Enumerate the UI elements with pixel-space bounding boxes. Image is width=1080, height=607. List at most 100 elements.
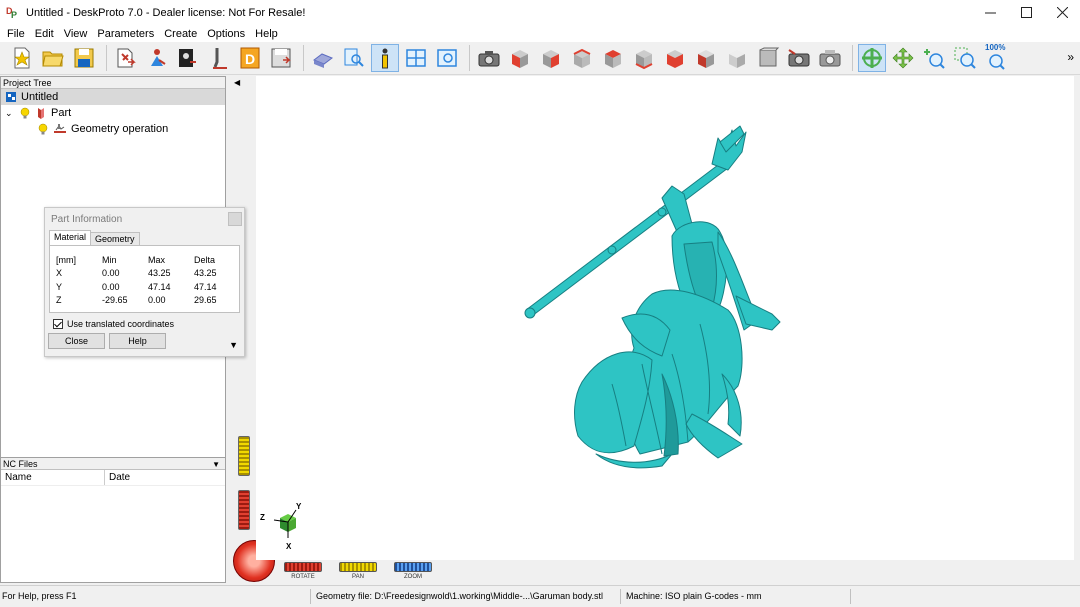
zoom-100-button[interactable]: 100%	[982, 43, 1010, 72]
preview-button[interactable]	[433, 44, 461, 72]
info-button[interactable]	[371, 44, 399, 72]
chevron-down-icon[interactable]: ⌄	[5, 108, 19, 119]
find-icon	[344, 48, 364, 67]
print-button[interactable]	[816, 44, 844, 72]
3d-viewport[interactable]	[256, 76, 1074, 560]
help-button[interactable]: Help	[109, 333, 166, 349]
view-cube-button[interactable]	[754, 44, 782, 72]
window-title: Untitled - DeskProto 7.0 - Dealer licens…	[26, 6, 306, 19]
zoom-in-button[interactable]	[920, 44, 948, 72]
lightbulb-icon[interactable]	[19, 107, 31, 119]
maximize-button[interactable]	[1008, 0, 1044, 25]
zoom-control-bar[interactable]	[394, 562, 432, 572]
view-back-button[interactable]	[568, 44, 596, 72]
tab-geometry[interactable]: Geometry	[90, 232, 140, 245]
view-front-button[interactable]	[506, 44, 534, 72]
view-right-button[interactable]	[537, 44, 565, 72]
save-button[interactable]	[70, 44, 98, 72]
save-disk-icon	[74, 48, 94, 68]
layout-button[interactable]	[402, 44, 430, 72]
new-project-button[interactable]	[8, 44, 36, 72]
translated-coordinates-checkbox[interactable]	[53, 319, 63, 329]
camera-button[interactable]	[475, 44, 503, 72]
zoom-window-button[interactable]	[951, 44, 979, 72]
zoom-in-icon	[924, 49, 945, 69]
menu-options[interactable]: Options	[202, 28, 250, 40]
render-shade-icon	[312, 53, 334, 68]
menu-view[interactable]: View	[59, 28, 93, 40]
view-top-icon	[635, 50, 653, 70]
render-shade-button[interactable]	[309, 44, 337, 72]
minimize-icon	[984, 12, 996, 14]
pan-tool-button[interactable]	[889, 44, 917, 72]
view-bottom-icon	[667, 50, 683, 68]
rotate-tool-button[interactable]	[858, 44, 886, 72]
view-cube-icon	[759, 47, 780, 67]
view-left-button[interactable]	[599, 44, 627, 72]
nc-column-date[interactable]: Date	[105, 470, 225, 485]
dropdown-arrow-icon[interactable]: ▼	[212, 459, 220, 471]
translated-coordinates-option[interactable]: Use translated coordinates	[53, 319, 244, 329]
lightbulb-icon[interactable]	[37, 123, 49, 135]
tree-item-geometry-operation[interactable]: Geometry operation	[1, 121, 225, 137]
toolbar-separator	[106, 45, 107, 71]
nc-file-button[interactable]: D	[236, 44, 264, 72]
tree-root-untitled[interactable]: Untitled	[1, 89, 225, 105]
axis-y-label: Y	[296, 502, 302, 511]
row-axis: Z	[56, 295, 62, 306]
open-button[interactable]	[39, 44, 67, 72]
info-icon	[382, 48, 388, 69]
import-vector-button[interactable]	[143, 44, 171, 72]
snapshot-button[interactable]	[785, 44, 813, 72]
part-information-dialog: Part Information Material Geometry [mm] …	[44, 207, 245, 357]
save-nc-icon	[271, 48, 291, 68]
nc-files-header[interactable]: NC Files ▼	[1, 457, 225, 470]
view-gray-button[interactable]	[723, 44, 751, 72]
row-min: -29.65	[102, 295, 128, 306]
dialog-close-icon[interactable]	[228, 212, 242, 226]
tab-material[interactable]: Material	[49, 230, 92, 245]
menu-file[interactable]: File	[2, 28, 30, 40]
table-row: Z -29.65 0.00 29.65	[56, 294, 234, 308]
minimize-button[interactable]	[972, 0, 1008, 25]
menu-parameters[interactable]: Parameters	[92, 28, 159, 40]
menu-create[interactable]: Create	[159, 28, 202, 40]
app-logo: DP	[6, 6, 20, 20]
nc-column-name[interactable]: Name	[1, 470, 105, 485]
toolbar-separator	[303, 45, 304, 71]
view-iso-button[interactable]	[692, 44, 720, 72]
dialog-title-bar[interactable]: Part Information	[45, 208, 244, 230]
view-top-button[interactable]	[630, 44, 658, 72]
tree-item-part[interactable]: ⌄ Part	[1, 105, 225, 121]
pan-gauge[interactable]	[238, 436, 250, 476]
tree-root-label: Untitled	[21, 91, 59, 103]
save-nc-button[interactable]	[267, 44, 295, 72]
toolbar-overflow-button[interactable]: »	[1067, 50, 1074, 64]
import-part-button[interactable]	[112, 44, 140, 72]
rotate-gauge[interactable]	[238, 490, 250, 530]
toolpath-icon	[213, 48, 227, 69]
rotate-control-bar[interactable]	[284, 562, 322, 572]
pan-control-bar[interactable]	[339, 562, 377, 572]
model-wizard-figure[interactable]	[522, 124, 782, 469]
import-part-icon	[117, 48, 136, 68]
toolbar-separator	[852, 45, 853, 71]
preview-icon	[437, 49, 457, 67]
tree-item-geometry-operation-label: Geometry operation	[71, 123, 169, 135]
dimensions-table: [mm] Min Max Delta X 0.00 43.25 43.25 Y …	[56, 253, 234, 307]
close-button[interactable]	[1044, 0, 1080, 25]
import-bitmap-button[interactable]	[174, 44, 202, 72]
layout-icon	[406, 49, 426, 67]
nc-files-title: NC Files	[3, 459, 38, 469]
menu-help[interactable]: Help	[250, 28, 283, 40]
collapse-left-icon[interactable]: ◀	[234, 78, 240, 87]
window-controls	[972, 0, 1080, 25]
view-bottom-button[interactable]	[661, 44, 689, 72]
menu-edit[interactable]: Edit	[30, 28, 59, 40]
close-dialog-button[interactable]: Close	[48, 333, 105, 349]
translated-coordinates-label: Use translated coordinates	[67, 319, 175, 329]
find-button[interactable]	[340, 44, 368, 72]
expand-down-icon[interactable]: ▼	[229, 340, 238, 350]
toolpath-button[interactable]	[205, 44, 233, 72]
snapshot-icon	[788, 49, 810, 67]
